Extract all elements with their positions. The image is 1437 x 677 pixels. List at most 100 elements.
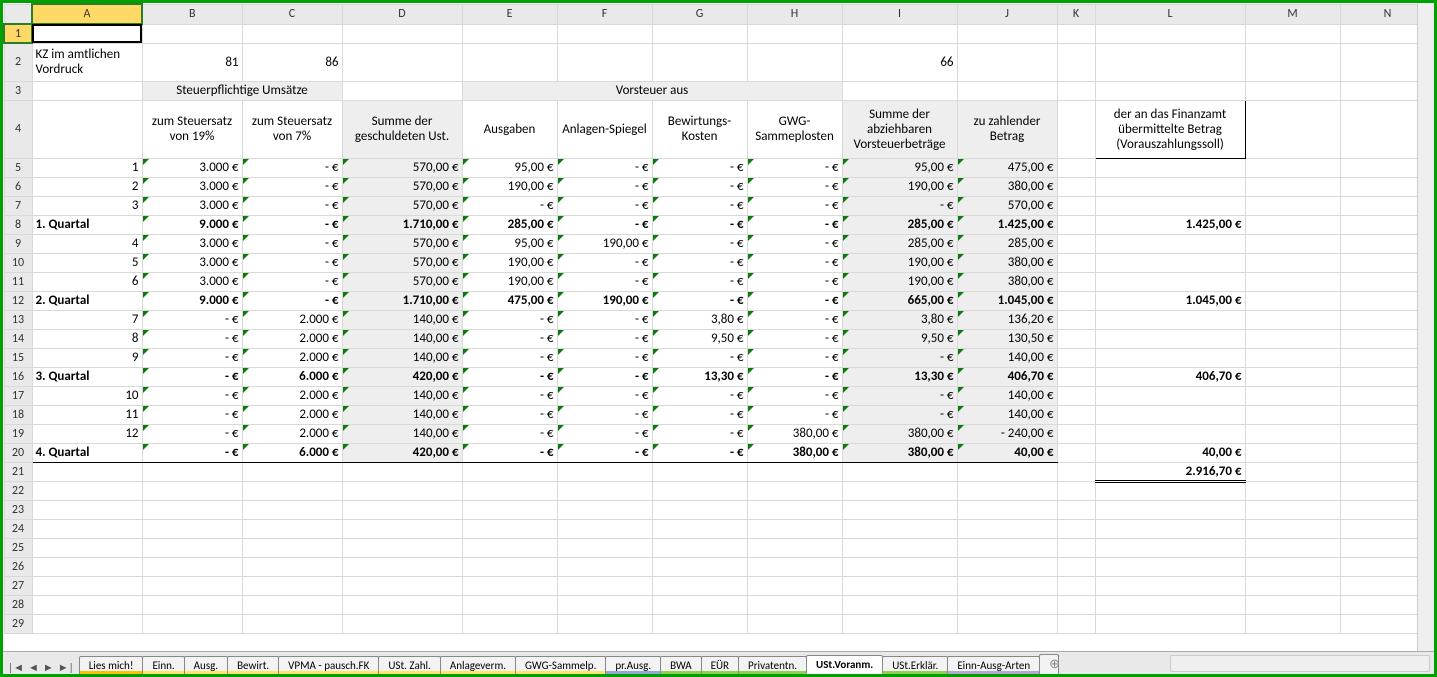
cell-I20[interactable]: 380,00 € [842,443,957,462]
vertical-scrollbar[interactable] [1417,3,1434,651]
cell-C14[interactable]: 2.000 € [242,329,342,348]
cell-B23[interactable] [142,500,242,519]
cell-E17[interactable]: - € [462,386,557,405]
cell-M26[interactable] [1245,557,1340,576]
cell-G28[interactable] [652,595,747,614]
cell-D2[interactable] [342,43,462,81]
cell-K4[interactable] [1057,100,1095,158]
cell-D19[interactable]: 140,00 € [342,424,462,443]
cell-N18[interactable] [1340,405,1417,424]
cell-I16[interactable]: 13,30 € [842,367,957,386]
row-header-23[interactable]: 23 [4,500,32,519]
cell-B8[interactable]: 9.000 € [142,215,242,234]
cell-I14[interactable]: 9,50 € [842,329,957,348]
cell-C12[interactable]: - € [242,291,342,310]
cell-N21[interactable] [1340,462,1417,481]
cell-A21[interactable] [32,462,142,481]
cell-B27[interactable] [142,576,242,595]
cell-G21[interactable] [652,462,747,481]
cell-L12[interactable]: 1.045,00 € [1095,291,1245,310]
cell-I7[interactable]: - € [842,196,957,215]
cell-B17[interactable]: - € [142,386,242,405]
cell-B28[interactable] [142,595,242,614]
cell-G2[interactable] [652,43,747,81]
col-header-C[interactable]: C [242,4,342,24]
cell-I18[interactable]: - € [842,405,957,424]
cell-K11[interactable] [1057,272,1095,291]
col-header-D[interactable]: D [342,4,462,24]
cell-K24[interactable] [1057,519,1095,538]
cell-K27[interactable] [1057,576,1095,595]
cell-L10[interactable] [1095,253,1245,272]
sheet-tab-Ausg[interactable]: Ausg. [184,656,228,674]
sheet-tab-GWGSammelp[interactable]: GWG-Sammelp. [515,656,606,674]
cell-F8[interactable]: - € [557,215,652,234]
row-header-26[interactable]: 26 [4,557,32,576]
cell-F18[interactable]: - € [557,405,652,424]
new-sheet-tab[interactable]: ⊕ [1039,654,1059,674]
cell-J10[interactable]: 380,00 € [957,253,1057,272]
cell-I5[interactable]: 95,00 € [842,158,957,177]
row-header-22[interactable]: 22 [4,481,32,500]
cell-M27[interactable] [1245,576,1340,595]
cell-N26[interactable] [1340,557,1417,576]
cell-A28[interactable] [32,595,142,614]
cell-J19[interactable]: - 240,00 € [957,424,1057,443]
cell-C16[interactable]: 6.000 € [242,367,342,386]
cell-K1[interactable] [1057,24,1095,43]
cell-G5[interactable]: - € [652,158,747,177]
cell-L28[interactable] [1095,595,1245,614]
cell-D6[interactable]: 570,00 € [342,177,462,196]
cell-N7[interactable] [1340,196,1417,215]
cell-D1[interactable] [342,24,462,43]
cell-J14[interactable]: 130,50 € [957,329,1057,348]
cell-A7[interactable]: 3 [32,196,142,215]
row-header-14[interactable]: 14 [4,329,32,348]
row-header-16[interactable]: 16 [4,367,32,386]
row-header-21[interactable]: 21 [4,462,32,481]
cell-N23[interactable] [1340,500,1417,519]
cell-A3[interactable] [32,81,142,100]
cell-H6[interactable]: - € [747,177,842,196]
cell-J16[interactable]: 406,70 € [957,367,1057,386]
cell-J22[interactable] [957,481,1057,500]
cell-F14[interactable]: - € [557,329,652,348]
cell-L20[interactable]: 40,00 € [1095,443,1245,462]
cell-F20[interactable]: - € [557,443,652,462]
cell-N29[interactable] [1340,614,1417,633]
cell-E11[interactable]: 190,00 € [462,272,557,291]
cell-L13[interactable] [1095,310,1245,329]
cell-N15[interactable] [1340,348,1417,367]
cell-J13[interactable]: 136,20 € [957,310,1057,329]
row-header-3[interactable]: 3 [4,81,32,100]
col-header-I[interactable]: I [842,4,957,24]
row-header-2[interactable]: 2 [4,43,32,81]
col-label-B[interactable]: zum Steuersatz von 19% [142,100,242,158]
cell-I24[interactable] [842,519,957,538]
cell-I6[interactable]: 190,00 € [842,177,957,196]
cell-D13[interactable]: 140,00 € [342,310,462,329]
cell-I11[interactable]: 190,00 € [842,272,957,291]
cell-E15[interactable]: - € [462,348,557,367]
cell-E12[interactable]: 475,00 € [462,291,557,310]
row-header-1[interactable]: 1 [4,24,32,43]
cell-H20[interactable]: 380,00 € [747,443,842,462]
col-header-B[interactable]: B [142,4,242,24]
cell-A24[interactable] [32,519,142,538]
cell-H1[interactable] [747,24,842,43]
cell-N12[interactable] [1340,291,1417,310]
cell-N24[interactable] [1340,519,1417,538]
cell-F10[interactable]: - € [557,253,652,272]
row-header-27[interactable]: 27 [4,576,32,595]
cell-H19[interactable]: 380,00 € [747,424,842,443]
cell-G20[interactable]: - € [652,443,747,462]
cell-B16[interactable]: - € [142,367,242,386]
cell-M19[interactable] [1245,424,1340,443]
cell-B13[interactable]: - € [142,310,242,329]
cell-F29[interactable] [557,614,652,633]
row-header-19[interactable]: 19 [4,424,32,443]
cell-N28[interactable] [1340,595,1417,614]
col-header-M[interactable]: M [1245,4,1340,24]
cell-M14[interactable] [1245,329,1340,348]
cell-G19[interactable]: - € [652,424,747,443]
